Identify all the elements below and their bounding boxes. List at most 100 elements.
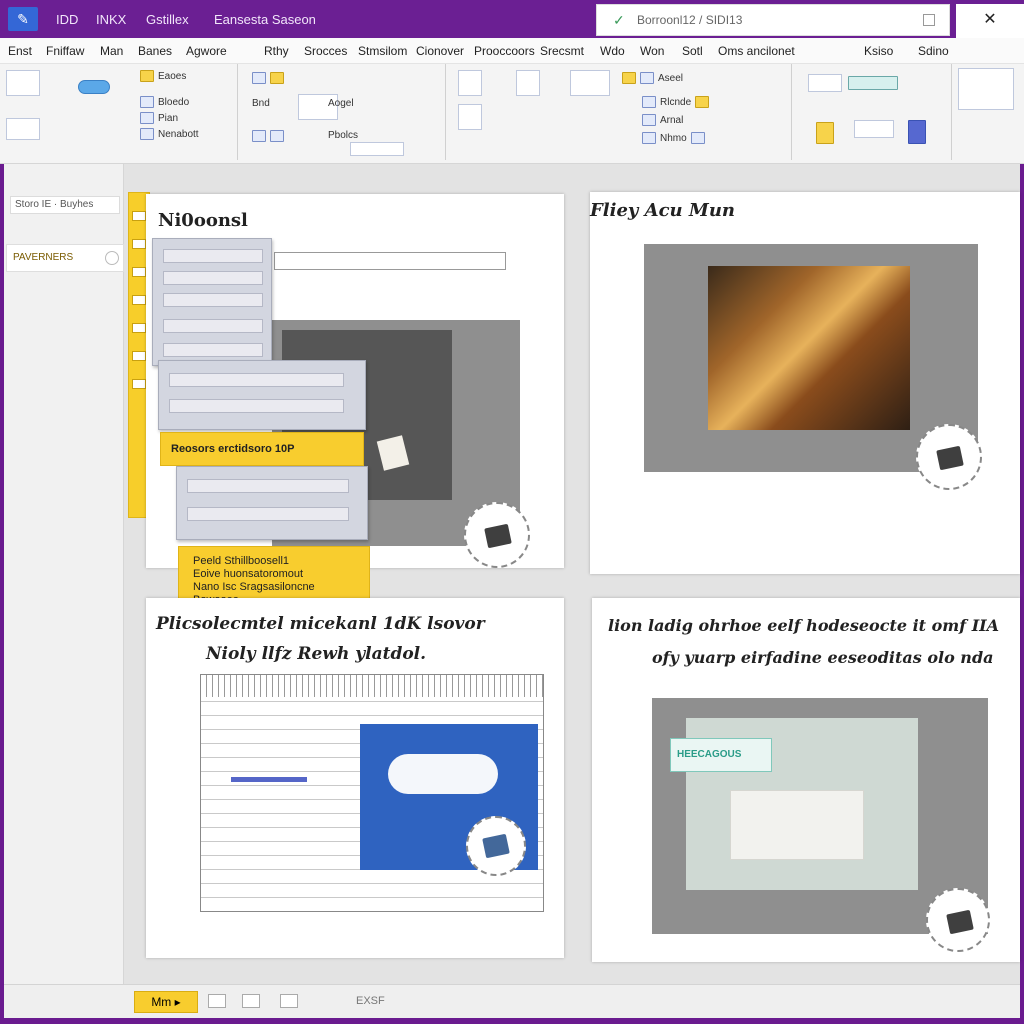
- tab-14[interactable]: Sotl: [682, 44, 703, 58]
- ribbon-btn-9[interactable]: Pbolcs: [328, 130, 358, 141]
- ribbon-btn-11[interactable]: Rlcnde: [642, 96, 710, 108]
- photo-badge[interactable]: [466, 816, 526, 876]
- note-icon[interactable]: [816, 122, 834, 144]
- dialog-row[interactable]: [163, 293, 264, 307]
- doc-icon: [642, 96, 656, 108]
- dialog-row[interactable]: [163, 343, 264, 357]
- note-line: Nano Isc Sragsasiloncne: [193, 581, 315, 593]
- shapes-icon[interactable]: [570, 70, 610, 96]
- tab-5[interactable]: Agwore: [186, 44, 227, 58]
- panel-item[interactable]: PAVERNERS: [6, 244, 124, 272]
- dialog-row[interactable]: [169, 399, 345, 413]
- ribbon-btn-13[interactable]: Nhmo: [642, 132, 705, 144]
- tab-9[interactable]: Cionover: [416, 44, 464, 58]
- title-bar: ✎ IDD INKX Gstillex Eansesta Saseon ✓ Bo…: [0, 0, 1024, 38]
- layout-icon[interactable]: [208, 994, 226, 1008]
- zoom-button[interactable]: Mm ▸: [134, 991, 198, 1013]
- ribbon-btn-6[interactable]: Bnd: [252, 98, 270, 109]
- feather-photo[interactable]: [708, 266, 910, 430]
- menu-item-3[interactable]: Gstillex: [146, 12, 189, 27]
- tab-7[interactable]: Srocces: [304, 44, 347, 58]
- dialog-row[interactable]: [163, 271, 264, 285]
- ribbon-btn-3[interactable]: Pian: [140, 112, 178, 124]
- menu-item-4[interactable]: Eansesta Saseon: [214, 12, 316, 27]
- group-icon[interactable]: [854, 120, 894, 138]
- table-icon[interactable]: [458, 70, 482, 96]
- options-dialog[interactable]: [158, 360, 366, 430]
- ribbon-btn-7[interactable]: Aogel: [328, 98, 354, 109]
- ribbon-group-clipboard: Eaoes Bloedo Pian Nenabott: [0, 64, 238, 160]
- tab-11[interactable]: Srecsmt: [540, 44, 584, 58]
- tab-15[interactable]: Oms ancilonet: [718, 44, 795, 58]
- brush-icon[interactable]: [78, 80, 110, 94]
- slide-panel: Storo IE · Buyhes PAVERNERS: [4, 164, 124, 984]
- dialog-row[interactable]: [163, 319, 264, 333]
- download-icon[interactable]: [908, 120, 926, 144]
- tab-4[interactable]: Banes: [138, 44, 172, 58]
- dialog-row[interactable]: [163, 249, 264, 263]
- tab-12[interactable]: Wdo: [600, 44, 625, 58]
- tab-16[interactable]: Ksiso: [864, 44, 893, 58]
- ribbon-btn-4[interactable]: Nenabott: [140, 128, 199, 140]
- grid-icon[interactable]: [923, 14, 935, 26]
- slideshow-icon[interactable]: [280, 994, 298, 1008]
- slide-title: Plicsolecmtel micekanl 1dK lsovor: [156, 614, 485, 634]
- ribbon-btn-10[interactable]: Aseel: [622, 72, 683, 84]
- tool-icon[interactable]: [132, 351, 146, 361]
- app-icon[interactable]: ✎: [8, 7, 38, 31]
- tool-icon[interactable]: [132, 267, 146, 277]
- ribbon-btn-8[interactable]: [252, 130, 284, 142]
- settings-dialog[interactable]: [176, 466, 368, 540]
- paste-icon[interactable]: [6, 70, 40, 96]
- tab-6[interactable]: Rthy: [264, 44, 289, 58]
- tab-13[interactable]: Won: [640, 44, 664, 58]
- doc-icon: [642, 132, 656, 144]
- tab-17[interactable]: Sdino: [918, 44, 949, 58]
- image-icon[interactable]: [458, 104, 482, 130]
- list-icon[interactable]: [242, 994, 260, 1008]
- ribbon-btn-2[interactable]: Bloedo: [140, 96, 189, 108]
- selected-row[interactable]: [231, 777, 307, 782]
- align-icon[interactable]: [848, 76, 898, 90]
- dialog-row[interactable]: [187, 507, 349, 521]
- tool-icon[interactable]: [132, 211, 146, 221]
- edit-icon[interactable]: [958, 68, 1014, 110]
- close-button[interactable]: ✕: [956, 0, 1024, 38]
- tab-2[interactable]: Fniffaw: [46, 44, 84, 58]
- tab-8[interactable]: Stmsilom: [358, 44, 407, 58]
- title-input[interactable]: [274, 252, 506, 270]
- panel-header[interactable]: Storo IE · Buyhes: [10, 196, 120, 214]
- font-dropdown[interactable]: [350, 142, 404, 156]
- camera-icon: [936, 445, 964, 471]
- arrange-icon[interactable]: [808, 74, 842, 92]
- tool-icon[interactable]: [132, 379, 146, 389]
- panel-item-label: PAVERNERS: [13, 252, 74, 263]
- chart-icon[interactable]: [516, 70, 540, 96]
- dialog-row[interactable]: [187, 479, 349, 493]
- ribbon-btn-12[interactable]: Arnal: [642, 114, 683, 126]
- ribbon-btn-1[interactable]: Eaoes: [140, 70, 186, 82]
- slide-2[interactable]: Fliey Acu Mun: [590, 192, 1020, 574]
- format-icon[interactable]: [6, 118, 40, 140]
- camera-badge[interactable]: [464, 502, 530, 568]
- menu-item-1[interactable]: IDD: [56, 12, 78, 27]
- menu-item-2[interactable]: INKX: [96, 12, 126, 27]
- dialog-row[interactable]: [169, 373, 345, 387]
- tab-10[interactable]: Prooccoors: [474, 44, 535, 58]
- format-dialog[interactable]: [152, 238, 272, 366]
- slide-4[interactable]: lion ladig ohrhoe eelf hodeseocte it omf…: [592, 598, 1020, 962]
- ribbon-btn-5[interactable]: [252, 72, 284, 84]
- camera-badge[interactable]: [926, 888, 990, 952]
- page-indicator: EXSF: [356, 995, 385, 1007]
- search-box[interactable]: ✓ Borroonl12 / SIDI13: [596, 4, 950, 36]
- gear-icon[interactable]: [105, 251, 119, 265]
- tool-icon[interactable]: [132, 323, 146, 333]
- shape-icon: [270, 130, 284, 142]
- camera-badge[interactable]: [916, 424, 982, 490]
- tool-icon[interactable]: [132, 295, 146, 305]
- tab-1[interactable]: Enst: [8, 44, 32, 58]
- tool-icon[interactable]: [132, 239, 146, 249]
- slide-3[interactable]: Plicsolecmtel micekanl 1dK lsovor Nioly …: [146, 598, 564, 958]
- tab-3[interactable]: Man: [100, 44, 123, 58]
- check-icon: ✓: [613, 12, 625, 28]
